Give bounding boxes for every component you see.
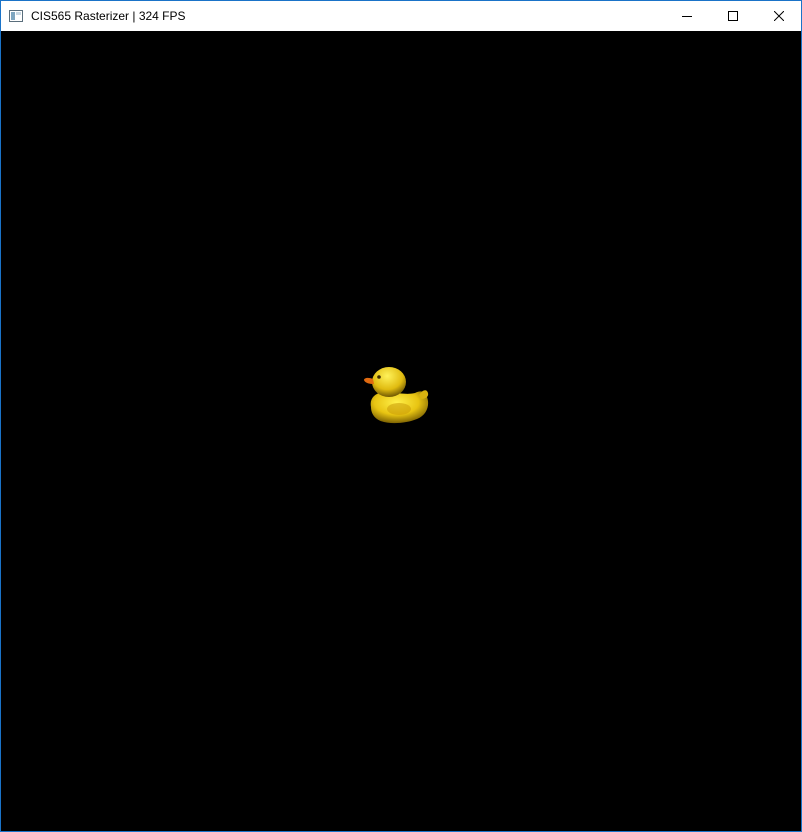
- maximize-icon: [728, 11, 738, 21]
- window-title: CIS565 Rasterizer | 324 FPS: [31, 9, 186, 23]
- minimize-icon: [682, 16, 692, 17]
- title-bar[interactable]: CIS565 Rasterizer | 324 FPS: [1, 1, 801, 31]
- close-icon: [774, 11, 784, 21]
- app-window-icon[interactable]: [9, 9, 23, 22]
- rubber-duck-model: [364, 367, 429, 424]
- render-viewport[interactable]: [1, 31, 801, 831]
- minimize-button[interactable]: [664, 1, 710, 31]
- maximize-button[interactable]: [710, 1, 756, 31]
- close-button[interactable]: [756, 1, 802, 31]
- app-window: CIS565 Rasterizer | 324 FPS: [0, 0, 802, 832]
